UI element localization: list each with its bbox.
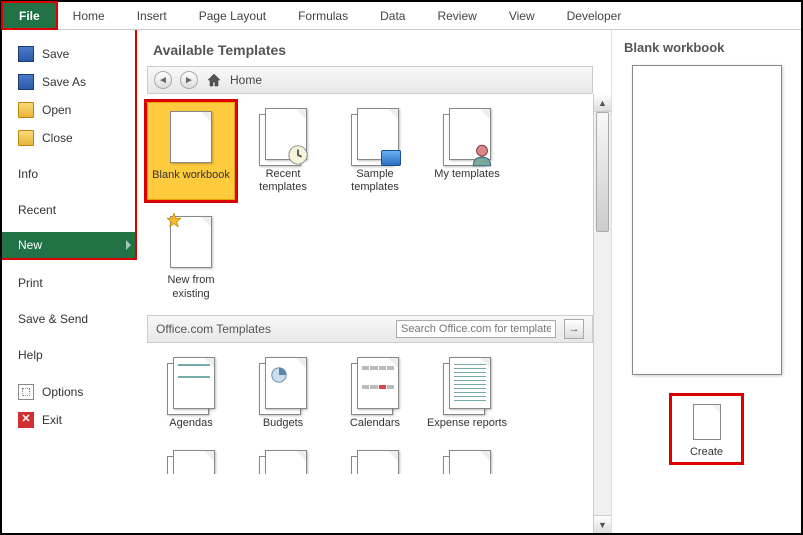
sidebar-label: Save As	[42, 75, 86, 89]
sidebar-label: Open	[42, 103, 71, 117]
options-icon	[18, 384, 34, 400]
breadcrumb-bar: ◄ ► Home	[147, 66, 593, 94]
search-templates-input[interactable]	[396, 320, 556, 338]
tile-label: Agendas	[169, 417, 212, 430]
ribbon-tab-review[interactable]: Review	[421, 2, 492, 29]
calendars-icon	[351, 357, 399, 413]
ribbon-tab-data[interactable]: Data	[364, 2, 421, 29]
nav-back-button[interactable]: ◄	[154, 71, 172, 89]
tile-label: Calendars	[350, 417, 400, 430]
tile-my-templates[interactable]: My templates	[423, 102, 511, 200]
tile-label: Blank workbook	[152, 169, 230, 182]
ribbon-tab-developer[interactable]: Developer	[551, 2, 638, 29]
ribbon-tab-file[interactable]: File	[1, 1, 58, 30]
templates-panel: Available Templates ◄ ► Home Blank workb…	[137, 30, 611, 533]
create-label: Create	[690, 446, 723, 458]
tile-partial[interactable]	[147, 444, 235, 474]
sidebar-save[interactable]: Save	[2, 40, 135, 68]
sidebar-save-send[interactable]: Save & Send	[2, 306, 137, 332]
agendas-icon	[167, 357, 215, 413]
tile-new-from-existing[interactable]: New from existing	[147, 208, 235, 306]
office-templates-header: Office.com Templates →	[147, 315, 593, 343]
backstage-sidebar: Save Save As Open Close Info Recent New …	[2, 30, 137, 533]
budgets-icon	[259, 357, 307, 413]
template-tiles-row1b: New from existing	[147, 208, 611, 314]
search-go-button[interactable]: →	[564, 319, 584, 339]
scroll-thumb[interactable]	[596, 112, 609, 232]
save-as-icon	[18, 74, 34, 90]
office-templates-row: Agendas Budgets Calendars Expense report…	[147, 343, 611, 444]
tile-partial[interactable]	[331, 444, 419, 474]
sidebar-close[interactable]: Close	[2, 124, 135, 152]
sidebar-label: Help	[18, 348, 43, 362]
sidebar-open[interactable]: Open	[2, 96, 135, 124]
tile-blank-workbook[interactable]: Blank workbook	[147, 102, 235, 200]
office-templates-row-partial	[147, 444, 611, 482]
my-templates-icon	[443, 108, 491, 164]
tile-partial[interactable]	[239, 444, 327, 474]
tile-label: Recent templates	[241, 168, 325, 194]
sidebar-help[interactable]: Help	[2, 342, 137, 368]
ribbon-tab-home[interactable]: Home	[57, 2, 121, 29]
tile-label: New from existing	[149, 274, 233, 300]
blank-workbook-icon	[167, 109, 215, 165]
breadcrumb-home[interactable]: Home	[230, 73, 262, 87]
sidebar-info[interactable]: Info	[2, 161, 135, 187]
sidebar-label: Save	[42, 47, 69, 61]
recent-templates-icon	[259, 108, 307, 164]
tile-label: My templates	[434, 168, 499, 181]
tile-agendas[interactable]: Agendas	[147, 351, 235, 436]
sample-templates-icon	[351, 108, 399, 164]
sidebar-label: Print	[18, 276, 43, 290]
sidebar-exit[interactable]: ✕ Exit	[2, 406, 137, 434]
expense-reports-icon	[443, 357, 491, 413]
tile-label: Expense reports	[427, 417, 507, 430]
templates-title: Available Templates	[147, 34, 611, 66]
tile-partial[interactable]	[423, 444, 511, 474]
ribbon-tab-page-layout[interactable]: Page Layout	[183, 2, 282, 29]
template-tiles-row1: Blank workbook Recent templates	[147, 94, 611, 208]
create-icon	[693, 404, 721, 440]
sidebar-label: Options	[42, 385, 83, 399]
sidebar-label: Recent	[18, 203, 56, 217]
sidebar-options[interactable]: Options	[2, 378, 137, 406]
open-icon	[18, 102, 34, 118]
sidebar-print[interactable]: Print	[2, 270, 137, 296]
preview-title: Blank workbook	[624, 40, 724, 55]
sidebar-label: Save & Send	[18, 312, 88, 326]
tile-sample-templates[interactable]: Sample templates	[331, 102, 419, 200]
tile-label: Budgets	[263, 417, 303, 430]
new-from-existing-icon	[167, 214, 215, 270]
sidebar-label: New	[18, 238, 42, 252]
sidebar-label: Exit	[42, 413, 62, 427]
tile-expense-reports[interactable]: Expense reports	[423, 351, 511, 436]
ribbon-tab-formulas[interactable]: Formulas	[282, 2, 364, 29]
sidebar-new[interactable]: New	[2, 232, 135, 258]
close-icon	[18, 130, 34, 146]
sidebar-save-as[interactable]: Save As	[2, 68, 135, 96]
office-header-label: Office.com Templates	[156, 322, 271, 336]
ribbon-tabs: File Home Insert Page Layout Formulas Da…	[2, 2, 801, 30]
tile-budgets[interactable]: Budgets	[239, 351, 327, 436]
sidebar-label: Close	[42, 131, 73, 145]
nav-forward-button[interactable]: ►	[180, 71, 198, 89]
tile-calendars[interactable]: Calendars	[331, 351, 419, 436]
home-icon[interactable]	[206, 72, 222, 88]
scroll-up-button[interactable]: ▲	[594, 94, 611, 112]
create-button[interactable]: Create	[669, 393, 744, 465]
sidebar-recent[interactable]: Recent	[2, 197, 135, 223]
ribbon-tab-insert[interactable]: Insert	[121, 2, 183, 29]
preview-document	[632, 65, 782, 375]
exit-icon: ✕	[18, 412, 34, 428]
templates-scrollbar[interactable]: ▲ ▼	[593, 94, 611, 533]
sidebar-label: Info	[18, 167, 38, 181]
save-icon	[18, 46, 34, 62]
tile-recent-templates[interactable]: Recent templates	[239, 102, 327, 200]
ribbon-tab-view[interactable]: View	[493, 2, 551, 29]
preview-panel: Blank workbook Create	[611, 30, 801, 533]
scroll-down-button[interactable]: ▼	[594, 515, 611, 533]
tile-label: Sample templates	[333, 168, 417, 194]
